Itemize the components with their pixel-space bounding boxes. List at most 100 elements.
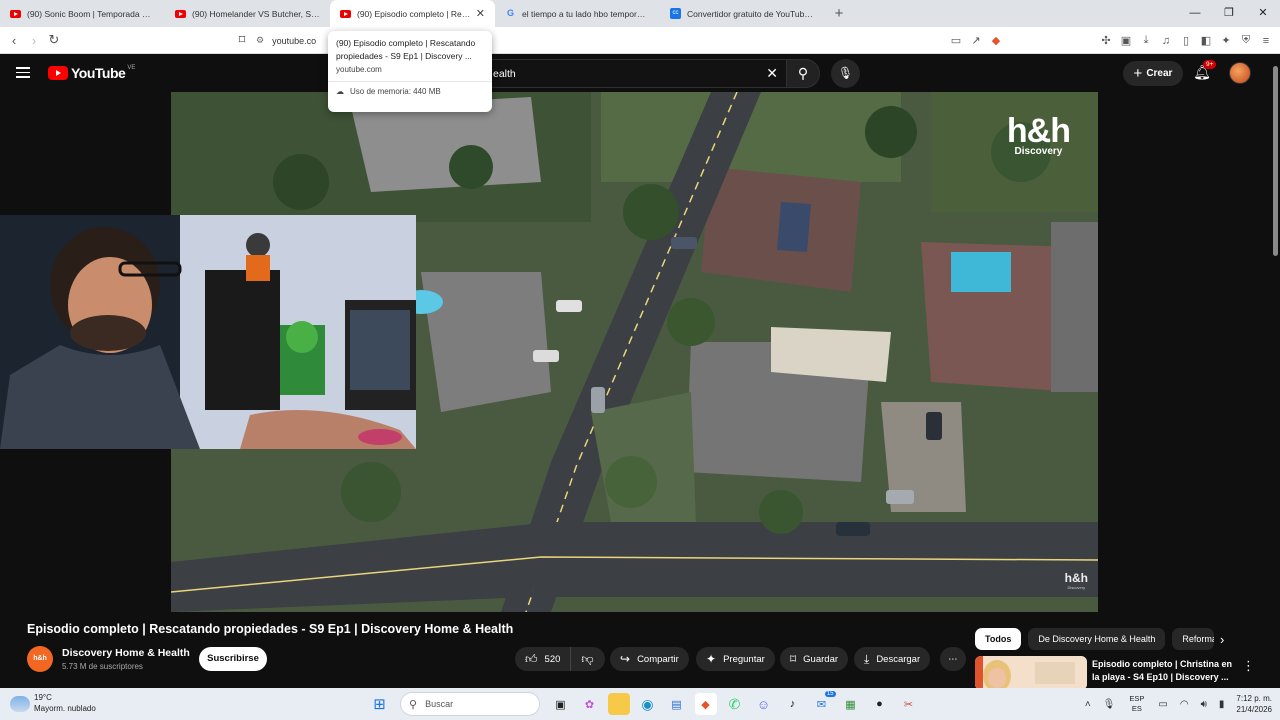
browser-tab[interactable]: (90) Sonic Boom | Temporada 1 | Episodio bbox=[0, 0, 165, 27]
share-icon[interactable]: ↗ bbox=[966, 34, 986, 47]
site-info-icon[interactable]: ⚙ bbox=[256, 35, 264, 46]
voice-search-button[interactable]: 🎙 bbox=[831, 59, 860, 88]
search-input[interactable]: ealth ✕ bbox=[480, 59, 786, 88]
chip-all[interactable]: Todos bbox=[975, 628, 1022, 650]
corner-watermark-big: h&h bbox=[1064, 571, 1088, 585]
share-button[interactable]: ↪ Compartir bbox=[610, 647, 689, 671]
youtube-logo[interactable]: YouTube VE bbox=[48, 65, 135, 81]
language-top: ESP bbox=[1129, 694, 1145, 703]
user-avatar[interactable] bbox=[1229, 62, 1251, 84]
channel-avatar[interactable]: h&h bbox=[27, 646, 53, 672]
task-view-icon[interactable]: ▣ bbox=[550, 693, 572, 715]
store-icon[interactable]: ▤ bbox=[666, 693, 688, 715]
brave-shield-icon[interactable]: ◆ bbox=[986, 34, 1006, 47]
taskbar-search-placeholder: Buscar bbox=[425, 699, 454, 709]
thumbnail-image bbox=[975, 656, 1087, 690]
dislike-button[interactable]: 👎︎ bbox=[571, 652, 603, 667]
save-button[interactable]: ⌑ Guardar bbox=[780, 647, 849, 671]
sidebar-icon[interactable]: ▯ bbox=[1176, 34, 1196, 47]
extensions-icon[interactable]: ✣ bbox=[1096, 34, 1116, 47]
recommendation-item[interactable]: Episodio completo | Christina en la play… bbox=[975, 656, 1255, 690]
notifications-badge: 9+ bbox=[1203, 60, 1217, 69]
windows-start-icon[interactable]: ⊞ bbox=[369, 693, 391, 715]
memory-icon: ☁ bbox=[336, 87, 344, 96]
webcam-frame bbox=[0, 215, 416, 449]
clock[interactable]: 7:12 p. m. 21/4/2026 bbox=[1236, 693, 1272, 715]
record-icon[interactable]: ● bbox=[869, 693, 891, 715]
wifi-icon[interactable]: ◠ bbox=[1180, 699, 1189, 710]
edge-icon[interactable]: ◉ bbox=[637, 693, 659, 715]
back-icon[interactable]: ‹ bbox=[4, 33, 24, 48]
youtube-header: YouTube VE ealth ✕ ⚲ 🎙 + Crear 🔔︎ 9+ bbox=[0, 54, 1280, 92]
discord-icon[interactable]: ☺ bbox=[753, 693, 775, 715]
channel-name[interactable]: Discovery Home & Health bbox=[62, 647, 190, 659]
youtube-icon bbox=[340, 9, 351, 18]
download-icon[interactable]: ⤓ bbox=[1136, 34, 1156, 47]
chevron-up-icon[interactable]: ˄ bbox=[1085, 699, 1091, 710]
bookmark-save-icon: ⌑ bbox=[790, 652, 797, 666]
forward-icon[interactable]: › bbox=[24, 33, 44, 48]
converter-icon: cc bbox=[670, 8, 681, 19]
vpn-icon[interactable]: ⛨ bbox=[1236, 34, 1256, 47]
messenger-icon[interactable]: ✉ 15 bbox=[811, 691, 836, 715]
download-label: Descargar bbox=[876, 653, 921, 665]
search-icon: ⚲ bbox=[409, 698, 418, 711]
chevron-right-icon[interactable]: › bbox=[1220, 632, 1224, 647]
volume-icon[interactable]: 🔊︎ bbox=[1201, 699, 1207, 710]
wallet-icon[interactable]: ▣ bbox=[1116, 34, 1136, 47]
like-button[interactable]: 👍︎ 520 bbox=[515, 647, 572, 671]
minimize-icon[interactable]: — bbox=[1178, 0, 1212, 27]
browser-tab[interactable]: (90) Homelander VS Butcher, Soldier Boy bbox=[165, 0, 330, 27]
tiktok-icon[interactable]: ♪ bbox=[782, 693, 804, 715]
leo-ai-icon[interactable]: ✦ bbox=[1216, 34, 1236, 47]
more-vertical-icon[interactable]: ⋮ bbox=[1242, 658, 1255, 674]
menu-icon[interactable]: ≡ bbox=[1256, 35, 1276, 47]
bookmark-icon[interactable]: ⌑ bbox=[232, 32, 252, 48]
more-actions-button[interactable]: ⋯ bbox=[940, 647, 966, 671]
new-tab-button[interactable]: + bbox=[829, 5, 849, 22]
notifications-button[interactable]: 🔔︎ 9+ bbox=[1193, 60, 1217, 82]
display-icon[interactable]: ▭ bbox=[1158, 699, 1167, 710]
chip-reforma[interactable]: Reforma bbox=[1172, 628, 1215, 650]
ask-button[interactable]: ✦ Preguntar bbox=[696, 647, 775, 671]
whatsapp-icon[interactable]: ✆ bbox=[724, 693, 746, 715]
reload-icon[interactable]: ↻ bbox=[44, 32, 64, 48]
close-tab-icon[interactable]: ✕ bbox=[476, 7, 485, 20]
brave-icon[interactable]: ◆ bbox=[694, 693, 717, 715]
file-explorer-icon[interactable] bbox=[607, 693, 630, 715]
time: 7:12 p. m. bbox=[1236, 694, 1272, 703]
subscribe-button[interactable]: Suscribirse bbox=[199, 647, 267, 671]
windows-taskbar: 19°C Mayorm. nublado ⊞ ⚲ Buscar ▣ ✿ ◉ ▤ … bbox=[0, 688, 1280, 720]
battery-icon[interactable]: ▮ bbox=[1219, 699, 1225, 710]
search-button[interactable]: ⚲ bbox=[786, 59, 820, 88]
microphone-tray-icon[interactable]: 🎙︎ bbox=[1103, 699, 1116, 710]
restore-icon[interactable]: ❐ bbox=[1212, 0, 1246, 27]
hover-card-title: (90) Episodio completo | Rescatando prop… bbox=[336, 38, 476, 61]
snipping-tool-icon[interactable]: ✂ bbox=[898, 693, 920, 715]
language-indicator[interactable]: ESP ES bbox=[1129, 694, 1144, 714]
download-arrow-icon: ⤓ bbox=[864, 651, 870, 666]
clear-search-icon[interactable]: ✕ bbox=[766, 65, 778, 82]
cast-icon[interactable]: ▭ bbox=[946, 34, 966, 47]
close-window-icon[interactable]: ✕ bbox=[1246, 0, 1280, 27]
page-scrollbar[interactable] bbox=[1270, 54, 1280, 688]
create-button[interactable]: + Crear bbox=[1123, 61, 1183, 86]
chip-from-channel[interactable]: De Discovery Home & Health bbox=[1028, 628, 1166, 650]
browser-tab-active[interactable]: (90) Episodio completo | Rescatando ✕ bbox=[330, 0, 495, 27]
browser-tab[interactable]: cc Convertidor gratuito de YouTube a MP3 bbox=[660, 0, 825, 27]
watermark-small: Discovery bbox=[1014, 146, 1063, 157]
temperature: 19°C bbox=[34, 693, 52, 702]
scrollbar-thumb[interactable] bbox=[1273, 66, 1278, 256]
weather-widget[interactable]: 19°C Mayorm. nublado bbox=[10, 692, 96, 714]
hamburger-menu-icon[interactable] bbox=[16, 67, 30, 78]
hover-card-url: youtube.com bbox=[336, 65, 382, 74]
music-icon[interactable]: ♫ bbox=[1156, 35, 1176, 47]
cloudy-weather-icon bbox=[10, 696, 30, 712]
country-code: VE bbox=[127, 65, 136, 71]
copilot-icon[interactable]: ✿ bbox=[579, 693, 601, 715]
wallet-alt-icon[interactable]: ◧ bbox=[1196, 34, 1216, 47]
taskbar-search-input[interactable]: ⚲ Buscar bbox=[400, 692, 540, 716]
browser-tab[interactable]: G el tiempo a tu lado hbo temporada 3 bbox=[495, 0, 660, 27]
notes-icon[interactable]: ▦ bbox=[840, 693, 862, 715]
download-button[interactable]: ⤓ Descargar bbox=[854, 647, 931, 671]
